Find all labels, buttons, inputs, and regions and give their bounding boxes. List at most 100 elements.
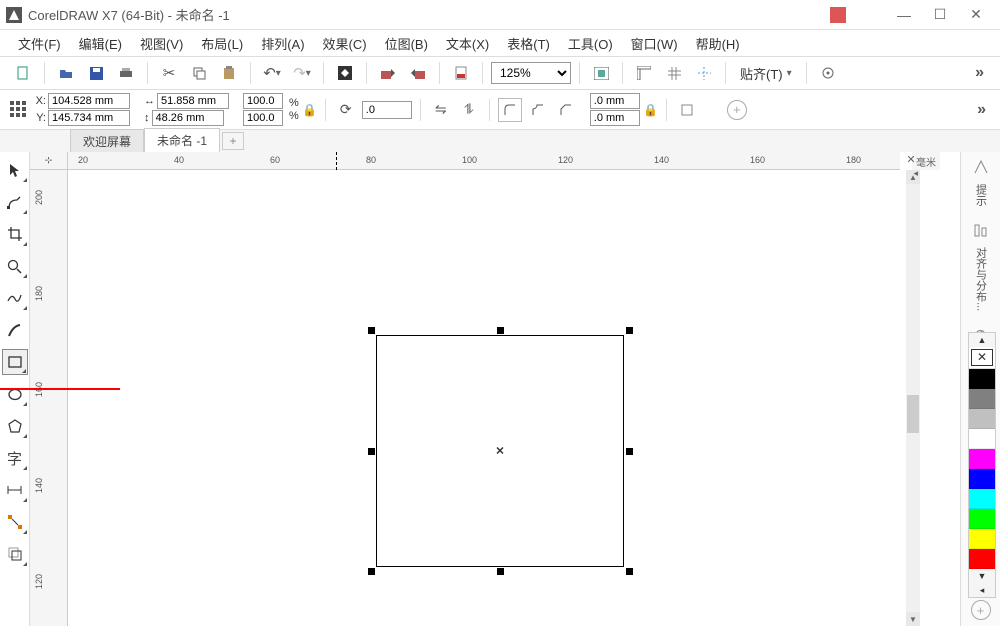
color-swatch[interactable] — [969, 469, 995, 489]
chamfer-corner-button[interactable] — [554, 98, 578, 122]
new-doc-button[interactable] — [10, 60, 36, 86]
selection-handle-s[interactable] — [497, 568, 504, 575]
import-button[interactable] — [375, 60, 401, 86]
maximize-button[interactable]: ☐ — [922, 3, 958, 27]
no-color-swatch[interactable] — [969, 347, 995, 369]
crop-tool[interactable] — [2, 221, 28, 247]
hints-docker-label[interactable]: 提示 — [973, 182, 989, 208]
selection-handle-se[interactable] — [626, 568, 633, 575]
menu-bitmap[interactable]: 位图(B) — [377, 31, 436, 56]
palette-scroll-up[interactable]: ▲ — [969, 333, 995, 347]
print-button[interactable] — [113, 60, 139, 86]
menu-edit[interactable]: 编辑(E) — [71, 31, 130, 56]
fullscreen-preview-button[interactable] — [588, 60, 614, 86]
vertical-ruler[interactable]: 200 180 160 140 120 — [30, 170, 68, 626]
color-swatch[interactable] — [969, 369, 995, 389]
ellipse-tool[interactable] — [2, 381, 28, 407]
snap-to-dropdown[interactable]: 贴齐(T) ▾ — [734, 64, 798, 83]
docker-close-button[interactable]: ✕ — [904, 152, 918, 166]
scale-y-input[interactable] — [243, 110, 283, 126]
freehand-tool[interactable] — [2, 285, 28, 311]
menu-effects[interactable]: 效果(C) — [315, 31, 375, 56]
object-width-input[interactable] — [157, 93, 229, 109]
selection-center-mark[interactable]: ✕ — [495, 445, 504, 458]
shape-tool[interactable] — [2, 189, 28, 215]
color-swatch[interactable] — [969, 489, 995, 509]
lock-corners-button[interactable]: 🔒 — [644, 95, 658, 125]
color-swatch[interactable] — [969, 529, 995, 549]
align-docker-button[interactable] — [966, 218, 996, 243]
save-button[interactable] — [83, 60, 109, 86]
add-docker-button[interactable]: + — [971, 600, 991, 620]
export-button[interactable] — [405, 60, 431, 86]
ruler-origin-icon[interactable]: ⊹ — [30, 152, 68, 170]
text-tool[interactable]: 字 — [2, 445, 28, 471]
toolbar-overflow-button[interactable]: » — [969, 64, 990, 82]
menu-view[interactable]: 视图(V) — [132, 31, 191, 56]
selection-handle-nw[interactable] — [368, 327, 375, 334]
menu-help[interactable]: 帮助(H) — [688, 31, 748, 56]
color-swatch[interactable] — [969, 509, 995, 529]
color-swatch[interactable] — [969, 549, 995, 569]
horizontal-ruler[interactable]: 20 40 60 80 100 120 140 160 180 — [68, 152, 900, 170]
options-button[interactable] — [815, 60, 841, 86]
tab-welcome[interactable]: 欢迎屏幕 — [70, 129, 144, 153]
scale-x-input[interactable] — [243, 93, 283, 109]
menu-text[interactable]: 文本(X) — [438, 31, 497, 56]
cut-button[interactable]: ✂ — [156, 60, 182, 86]
color-swatch[interactable] — [969, 449, 995, 469]
palette-flyout-button[interactable]: ◂ — [969, 583, 995, 597]
align-docker-label[interactable]: 对齐与分布... — [973, 245, 989, 313]
zoom-level-select[interactable]: 125% — [491, 62, 571, 84]
menu-window[interactable]: 窗口(W) — [623, 31, 686, 56]
connector-tool[interactable] — [2, 509, 28, 535]
docker-expand-icon[interactable]: ◂ — [913, 168, 918, 179]
selection-handle-ne[interactable] — [626, 327, 633, 334]
mirror-vertical-button[interactable]: ⥮ — [457, 98, 481, 122]
mirror-horizontal-button[interactable]: ⇋ — [429, 98, 453, 122]
propbar-overflow-button[interactable]: » — [971, 101, 992, 119]
corner-radius-2-input[interactable] — [590, 110, 640, 126]
canvas-area[interactable]: ⊹ 20 40 60 80 100 120 140 160 180 毫米 200… — [30, 152, 960, 626]
open-button[interactable] — [53, 60, 79, 86]
user-account-icon[interactable] — [830, 7, 846, 23]
search-content-button[interactable] — [332, 60, 358, 86]
tab-untitled-1[interactable]: 未命名 -1 — [144, 128, 220, 154]
menu-tools[interactable]: 工具(O) — [560, 31, 621, 56]
copy-button[interactable] — [186, 60, 212, 86]
hints-docker-button[interactable] — [966, 154, 996, 180]
color-swatch[interactable] — [969, 429, 995, 449]
menu-table[interactable]: 表格(T) — [499, 31, 558, 56]
undo-button[interactable]: ↶▾ — [259, 60, 285, 86]
corner-radius-1-input[interactable] — [590, 93, 640, 109]
close-button[interactable]: ✕ — [958, 3, 994, 27]
rotation-angle-input[interactable] — [362, 101, 412, 119]
show-grid-button[interactable] — [661, 60, 687, 86]
vertical-scrollbar[interactable]: ▲ ▼ — [906, 170, 920, 626]
to-curves-button[interactable] — [675, 98, 699, 122]
menu-file[interactable]: 文件(F) — [10, 31, 69, 56]
quick-customize-button[interactable]: + — [727, 100, 747, 120]
menu-layout[interactable]: 布局(L) — [193, 31, 251, 56]
selection-handle-sw[interactable] — [368, 568, 375, 575]
menu-arrange[interactable]: 排列(A) — [253, 31, 312, 56]
scroll-down-button[interactable]: ▼ — [906, 612, 920, 626]
new-tab-button[interactable]: + — [222, 132, 244, 150]
minimize-button[interactable]: — — [886, 3, 922, 27]
show-guidelines-button[interactable] — [691, 60, 717, 86]
object-height-input[interactable] — [152, 110, 224, 126]
zoom-tool[interactable] — [2, 253, 28, 279]
scallop-corner-button[interactable] — [526, 98, 550, 122]
show-rulers-button[interactable] — [631, 60, 657, 86]
rectangle-tool[interactable] — [2, 349, 28, 375]
paste-button[interactable] — [216, 60, 242, 86]
color-swatch[interactable] — [969, 409, 995, 429]
color-swatch[interactable] — [969, 389, 995, 409]
round-corner-button[interactable] — [498, 98, 522, 122]
object-x-input[interactable] — [48, 93, 130, 109]
dimension-tool[interactable] — [2, 477, 28, 503]
selection-handle-w[interactable] — [368, 448, 375, 455]
object-origin-icon[interactable] — [8, 99, 30, 121]
redo-button[interactable]: ↷▾ — [289, 60, 315, 86]
lock-ratio-button[interactable]: 🔒 — [303, 95, 317, 125]
